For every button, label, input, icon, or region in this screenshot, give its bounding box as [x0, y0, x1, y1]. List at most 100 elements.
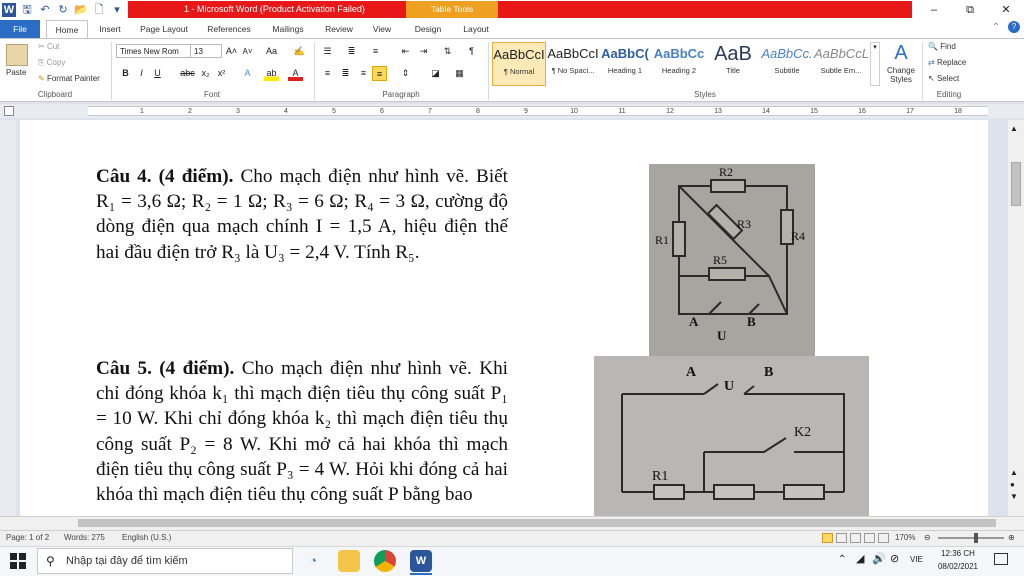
justify-icon[interactable]: ≡ [372, 66, 387, 81]
circuit-figure-1[interactable]: R2 R1 R3 R4 R5 A B U [649, 164, 815, 356]
outline-icon[interactable] [864, 533, 875, 543]
tab-selector-icon[interactable] [4, 106, 14, 116]
word-count[interactable]: Words: 275 [64, 531, 105, 545]
question-4-paragraph[interactable]: Câu 4. (4 điểm). Cho mạch điện như hình … [96, 164, 508, 265]
align-right-icon[interactable]: ≡ [356, 66, 371, 81]
borders-icon[interactable]: ▦ [452, 66, 467, 81]
input-language[interactable]: VIE [910, 555, 923, 564]
tab-page-layout[interactable]: Page Layout [136, 20, 192, 38]
web-layout-icon[interactable] [850, 533, 861, 543]
tab-home[interactable]: Home [46, 20, 88, 38]
redo-icon[interactable]: ↻ [56, 3, 70, 17]
format-painter-button[interactable]: ✎ Format Painter [38, 74, 100, 83]
draft-icon[interactable] [878, 533, 889, 543]
file-explorer-icon[interactable] [338, 550, 360, 572]
highlight-icon[interactable]: ab [264, 66, 279, 81]
next-page-icon[interactable]: ▼ [1010, 492, 1018, 501]
zoom-slider[interactable] [938, 537, 1004, 539]
scroll-up-icon[interactable]: ▲ [1010, 124, 1018, 133]
customize-qa-icon[interactable]: ▾ [110, 3, 124, 17]
multilevel-list-icon[interactable]: ≡ [368, 44, 383, 59]
style-title[interactable]: AaB Title [706, 42, 760, 86]
clock-date[interactable]: 08/02/2021 [934, 562, 982, 571]
copy-button[interactable]: ⎘ Copy [38, 58, 65, 68]
strikethrough-icon[interactable]: abc [180, 66, 195, 81]
word-taskbar-icon[interactable]: W [410, 550, 432, 572]
shrink-font-icon[interactable]: A˅ [240, 44, 255, 59]
taskbar-search[interactable]: Nhập tại đây để tìm kiếm [37, 548, 293, 574]
style-no-spacing[interactable]: AaBbCcI ¶ No Spaci... [546, 42, 600, 86]
question-5-paragraph[interactable]: Câu 5. (4 điểm). Cho mạch điện như hình … [96, 356, 508, 516]
tab-file[interactable]: File [0, 20, 40, 38]
font-name-select[interactable]: Times New Rom [116, 44, 192, 58]
replace-button[interactable]: ⇄ Replace [928, 58, 966, 67]
full-screen-icon[interactable] [836, 533, 847, 543]
horizontal-scroll-thumb[interactable] [78, 519, 996, 527]
zoom-slider-thumb[interactable] [974, 533, 978, 543]
bold-icon[interactable]: B [118, 66, 133, 81]
font-color-icon[interactable]: A [288, 66, 303, 81]
select-button[interactable]: ↖ Select [928, 74, 959, 83]
close-button[interactable]: ✕ [988, 0, 1024, 20]
clear-format-icon[interactable]: ✍ [292, 44, 307, 59]
blocked-icon[interactable]: ⊘ [890, 552, 899, 565]
increase-indent-icon[interactable]: ⇥ [416, 44, 431, 59]
find-button[interactable]: 🔍 Find [928, 42, 956, 51]
minimize-ribbon-icon[interactable]: ⌃ [992, 22, 1000, 33]
sort-icon[interactable]: ⇅ [440, 44, 455, 59]
volume-icon[interactable]: 🔊 [872, 552, 886, 565]
font-size-select[interactable]: 13 [190, 44, 222, 58]
numbering-icon[interactable]: ≣ [344, 44, 359, 59]
zoom-level[interactable]: 170% [895, 531, 915, 545]
text-effects-icon[interactable]: A [240, 66, 255, 81]
minimize-button[interactable]: – [916, 0, 952, 20]
bullets-icon[interactable]: ☰ [320, 44, 335, 59]
open-icon[interactable]: 📂 [74, 3, 88, 17]
change-styles-button[interactable]: A Change Styles [884, 40, 918, 86]
tab-insert[interactable]: Insert [94, 20, 126, 38]
print-layout-icon[interactable] [822, 533, 833, 543]
superscript-icon[interactable]: x² [214, 66, 229, 81]
underline-icon[interactable]: U [150, 66, 165, 81]
subscript-icon[interactable]: x₂ [198, 66, 213, 81]
clock-time[interactable]: 12:36 CH [934, 549, 982, 558]
ruler-scale[interactable]: 1 2 3 4 5 6 7 8 9 10 11 12 13 14 15 16 1… [88, 106, 988, 116]
tab-layout[interactable]: Layout [458, 20, 494, 38]
language-indicator[interactable]: English (U.S.) [122, 531, 171, 545]
grow-font-icon[interactable]: A˄ [224, 44, 239, 59]
zoom-in-icon[interactable]: ⊕ [1008, 531, 1015, 545]
style-subtle-emphasis[interactable]: AaBbCcL Subtle Em... [814, 42, 869, 86]
start-icon[interactable] [10, 553, 26, 569]
change-case-icon[interactable]: Aa [264, 44, 279, 59]
style-heading-1[interactable]: AaBbC(Heading 1 [598, 42, 652, 86]
notifications-icon[interactable] [994, 553, 1008, 565]
line-spacing-icon[interactable]: ⇕ [398, 66, 413, 81]
tab-mailings[interactable]: Mailings [266, 20, 310, 38]
paste-button[interactable]: Paste [6, 68, 26, 77]
align-center-icon[interactable]: ≣ [338, 66, 353, 81]
align-left-icon[interactable]: ≡ [320, 66, 335, 81]
tab-view[interactable]: View [368, 20, 396, 38]
page-count[interactable]: Page: 1 of 2 [6, 531, 49, 545]
style-heading-2[interactable]: AaBbCc Heading 2 [652, 42, 706, 86]
decrease-indent-icon[interactable]: ⇤ [398, 44, 413, 59]
restore-button[interactable]: ⧉ [952, 0, 988, 20]
show-formatting-icon[interactable]: ¶ [464, 44, 479, 59]
style-normal[interactable]: AaBbCcI ¶ Normal [492, 42, 546, 86]
undo-icon[interactable]: ↶ [38, 3, 52, 17]
prev-page-icon[interactable]: ▲ [1010, 468, 1018, 477]
styles-more-icon[interactable]: ▾ [870, 42, 880, 86]
save-icon[interactable]: 🖫 [20, 3, 34, 17]
tab-references[interactable]: References [204, 20, 254, 38]
style-subtitle[interactable]: AaBbCc. Subtitle [760, 42, 814, 86]
vertical-scroll-thumb[interactable] [1011, 162, 1021, 206]
chrome-icon[interactable] [374, 550, 396, 572]
paste-icon[interactable] [6, 44, 28, 66]
cut-button[interactable]: ✂ Cut [38, 42, 59, 51]
shading-icon[interactable]: ◪ [428, 66, 443, 81]
circuit-figure-2[interactable]: A U B K2 R1 [594, 356, 869, 516]
edge-icon[interactable]: ◔ [302, 550, 324, 572]
help-icon[interactable]: ? [1008, 21, 1020, 33]
italic-icon[interactable]: I [134, 66, 149, 81]
zoom-out-icon[interactable]: ⊖ [924, 531, 931, 545]
